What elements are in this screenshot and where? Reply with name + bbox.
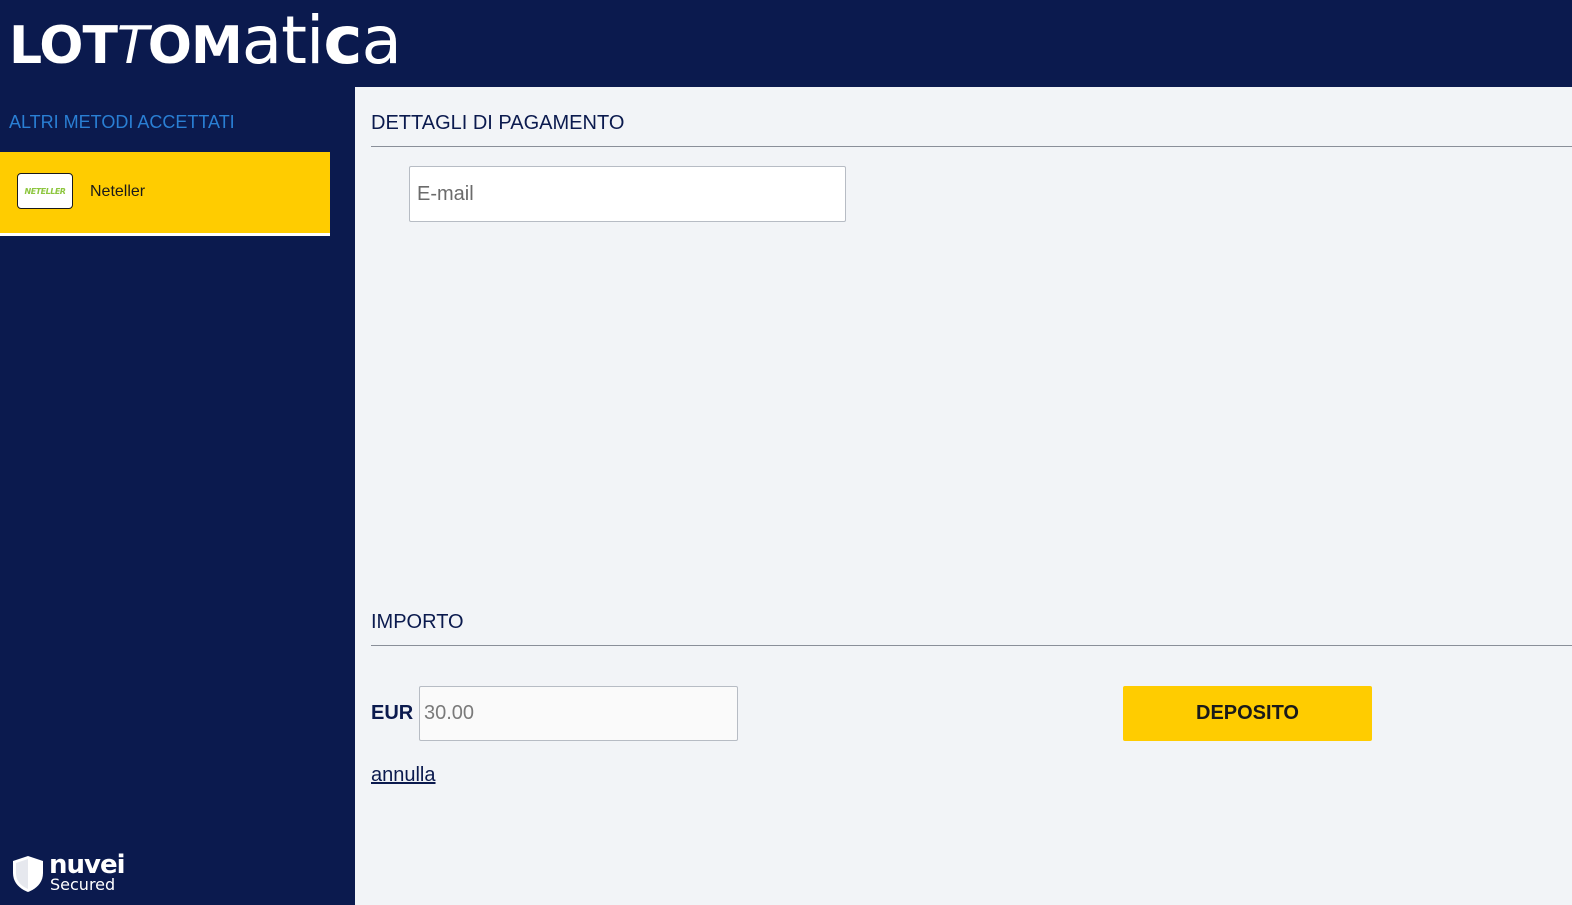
- cancel-link[interactable]: annulla: [371, 764, 436, 787]
- neteller-logo: NETELLER: [17, 173, 73, 209]
- payment-method-neteller[interactable]: NETELLER Neteller: [0, 152, 330, 236]
- shield-icon: [13, 856, 43, 892]
- deposit-button[interactable]: DEPOSITO: [1123, 686, 1372, 741]
- amount-title: IMPORTO: [371, 611, 464, 633]
- currency-label: EUR: [371, 702, 414, 724]
- sidebar-title: ALTRI METODI ACCETTATI: [9, 112, 235, 132]
- secured-label: Secured: [50, 875, 116, 894]
- nuvei-secured-badge: nuvei Secured: [11, 851, 131, 895]
- header: LOTTOM atica: [0, 0, 1572, 87]
- sidebar: ALTRI METODI ACCETTATI NETELLER Neteller…: [0, 87, 355, 905]
- amount-input[interactable]: [419, 686, 738, 741]
- divider: [371, 146, 1572, 147]
- main-panel: DETTAGLI DI PAGAMENTO IMPORTO EUR DEPOSI…: [355, 87, 1572, 905]
- divider: [371, 645, 1572, 646]
- email-field[interactable]: [409, 166, 846, 222]
- payment-method-label: Neteller: [90, 183, 146, 200]
- lottomatica-logo: LOTTOM atica: [9, 2, 402, 79]
- payment-details-title: DETTAGLI DI PAGAMENTO: [371, 112, 625, 134]
